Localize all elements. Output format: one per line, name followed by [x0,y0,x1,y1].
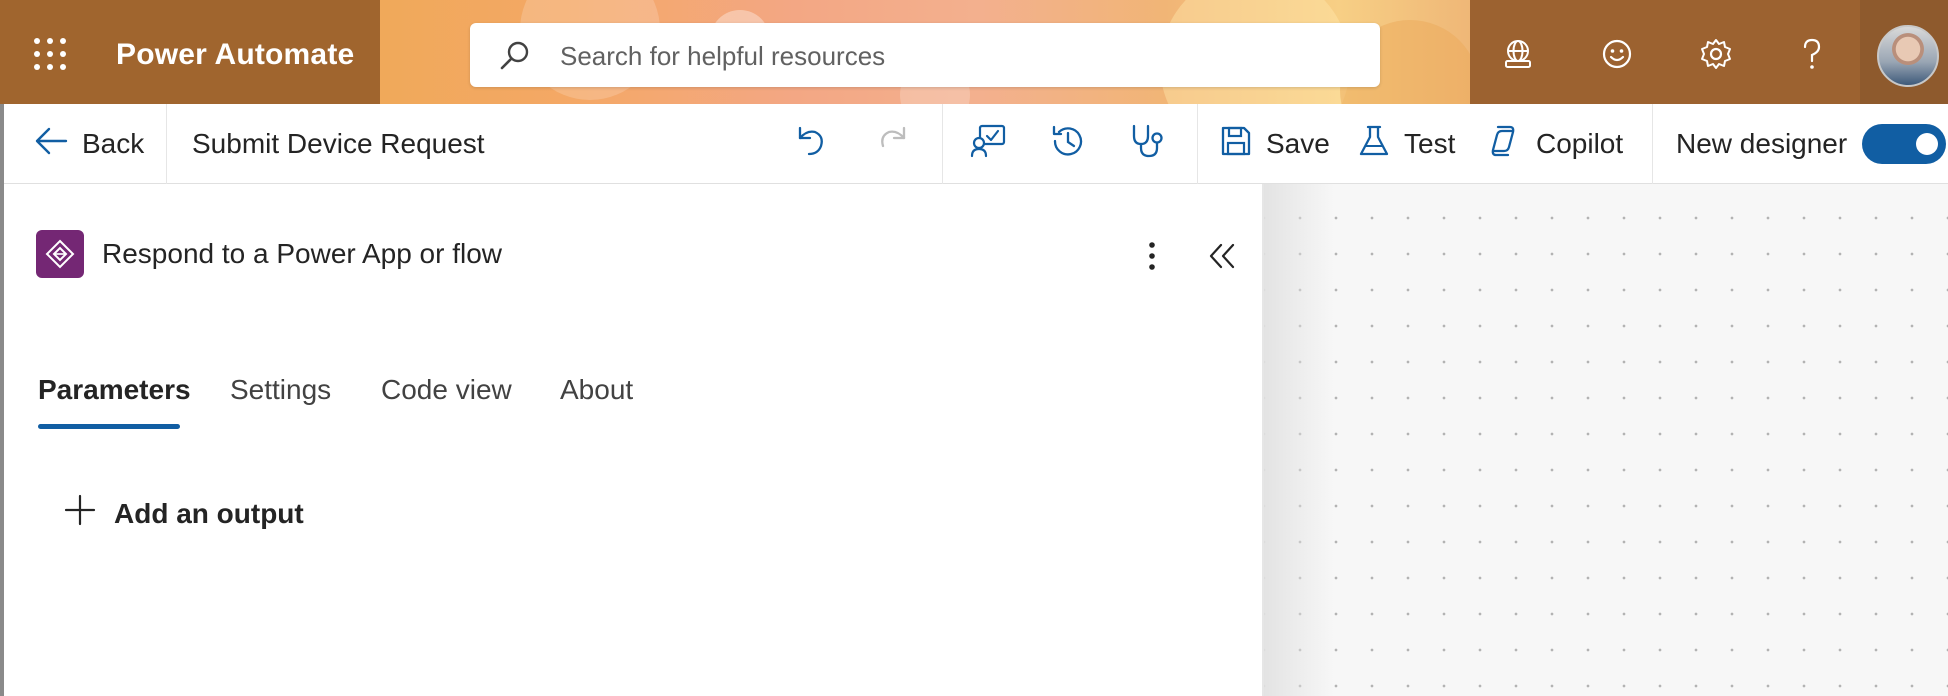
action-details-panel: Respond to a Power App or flow Parameter… [4,184,1264,696]
operation-title[interactable]: Respond to a Power App or flow [102,238,502,270]
tab-settings[interactable]: Settings [230,374,331,406]
user-avatar[interactable] [1877,25,1939,87]
tab-about[interactable]: About [560,374,633,406]
back-button[interactable]: Back [34,104,144,184]
save-label: Save [1266,128,1330,159]
top-header-bar: Power Automate [0,0,1948,104]
more-options-icon[interactable] [1140,238,1164,274]
power-apps-icon [36,230,84,278]
redo-icon [876,124,910,165]
new-designer-toggle[interactable] [1862,124,1946,164]
save-button[interactable]: Save [1220,104,1330,184]
canvas-shadow [1264,184,1334,696]
settings-gear-icon[interactable] [1696,34,1736,74]
history-icon [1050,123,1086,166]
copilot-button[interactable]: Copilot [1484,104,1623,184]
arrow-left-icon [34,126,68,163]
environment-globe-icon[interactable] [1498,34,1538,74]
add-output-label: Add an output [114,497,304,529]
copilot-icon [1484,123,1522,166]
undo-button[interactable] [794,104,828,184]
app-launcher-icon[interactable] [34,38,66,70]
flow-name[interactable]: Submit Device Request [192,104,485,184]
copilot-label: Copilot [1536,128,1624,159]
stethoscope-icon [1130,123,1166,166]
version-history-button[interactable] [1050,104,1086,184]
comments-button[interactable] [970,104,1006,184]
divider [1652,104,1653,184]
undo-icon [794,124,828,165]
collapse-panel-icon[interactable] [1202,236,1242,276]
beaker-icon [1358,124,1390,165]
plus-icon [64,494,96,533]
save-icon [1220,125,1252,164]
active-tab-indicator [38,424,180,429]
app-title[interactable]: Power Automate [116,38,354,72]
tab-code-view[interactable]: Code view [381,374,512,406]
designer-canvas[interactable] [1264,184,1948,696]
add-output-button[interactable]: Add an output [64,494,304,533]
tab-parameters[interactable]: Parameters [38,374,191,406]
divider [166,104,167,184]
divider [1197,104,1198,184]
new-designer-label: New designer [1676,128,1848,159]
search-box[interactable] [470,23,1380,87]
search-input[interactable] [558,37,1342,75]
back-label: Back [82,128,145,159]
redo-button[interactable] [876,104,910,184]
flow-checker-button[interactable] [1130,104,1166,184]
search-icon [498,39,532,78]
test-label: Test [1404,128,1456,159]
test-button[interactable]: Test [1358,104,1455,184]
divider [942,104,943,184]
feedback-smiley-icon[interactable] [1597,34,1637,74]
command-bar: Back Submit Device Request Save Test Cop… [4,104,1948,184]
person-feedback-icon [970,123,1006,166]
help-question-icon[interactable] [1792,34,1832,74]
